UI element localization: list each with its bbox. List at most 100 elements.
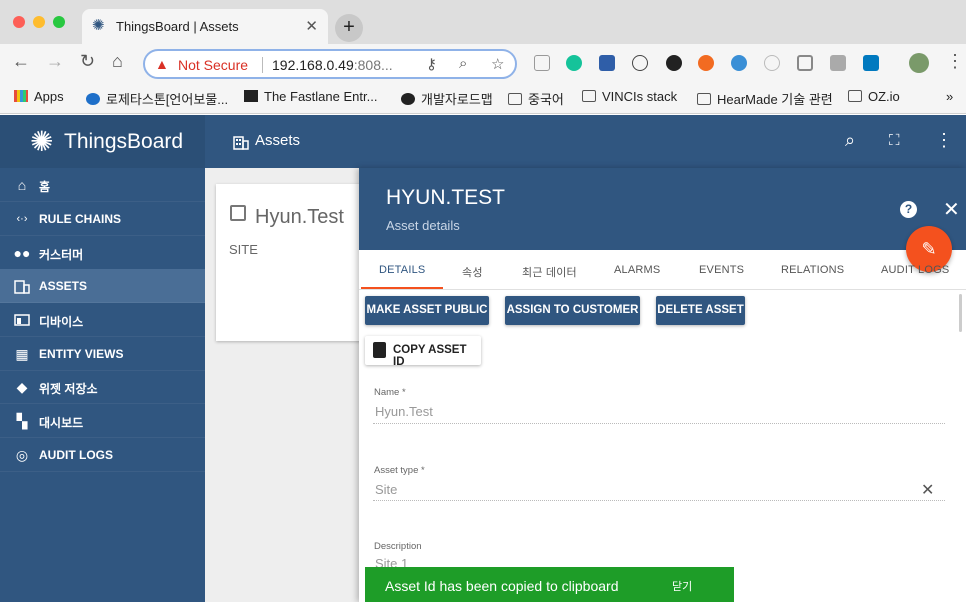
extension-screen-icon[interactable] [534, 55, 550, 71]
sidebar-item-widgets[interactable]: ◆ 위젯 저장소 [0, 370, 205, 404]
bookmark-apps[interactable]: Apps [14, 89, 64, 104]
close-window-button[interactable] [13, 16, 25, 28]
folder-icon [697, 93, 711, 105]
tag-ext-icon[interactable] [830, 55, 846, 71]
sidebar-item-customers[interactable]: ●● 커스터머 [0, 236, 205, 270]
tab-details[interactable]: DETAILS [379, 264, 425, 276]
zoom-icon[interactable]: ⌕ [459, 55, 467, 72]
asset-card[interactable]: Hyun.Test SITE [216, 184, 376, 341]
forward-icon[interactable]: → [46, 51, 64, 72]
search-icon[interactable]: ⌕ [845, 130, 855, 151]
asset-type-field[interactable]: Site [375, 482, 397, 497]
page-title: Assets [255, 132, 301, 149]
card-checkbox[interactable] [230, 205, 246, 221]
trello-ext-icon[interactable] [863, 55, 879, 71]
bookmark-rosetta[interactable]: 로제타스톤[언어보물... [86, 89, 228, 108]
reload-icon[interactable]: ↻ [80, 51, 95, 72]
tab-relations[interactable]: RELATIONS [781, 264, 844, 276]
toast-close-button[interactable]: 닫기 [672, 578, 692, 594]
bookmark-hearmade[interactable]: HearMade 기술 관련 [697, 89, 833, 108]
dark-ext-icon[interactable] [666, 55, 682, 71]
tab-attributes[interactable]: 속성 [462, 264, 483, 280]
browser-menu-icon[interactable]: ⋮ [946, 51, 964, 72]
browser-tab[interactable]: ✺ ThingsBoard | Assets ✕ [82, 9, 328, 44]
sidebar-item-audit-logs[interactable]: ◎ AUDIT LOGS [0, 438, 205, 472]
tab-close-icon[interactable]: ✕ [305, 17, 318, 35]
bookmark-ext-icon[interactable] [599, 55, 615, 71]
more-bookmarks-icon[interactable]: » [946, 89, 953, 104]
tab-alarms[interactable]: ALARMS [614, 264, 660, 276]
sidebar-item-dashboards[interactable]: ▚ 대시보드 [0, 404, 205, 438]
bookmark-ozio[interactable]: OZ.io [848, 89, 900, 104]
globe-ext-icon[interactable] [731, 55, 747, 71]
maximize-window-button[interactable] [53, 16, 65, 28]
more-vert-icon[interactable]: ⋮ [935, 130, 953, 151]
fastlane-icon [244, 90, 258, 102]
toast-message: Asset Id has been copied to clipboard [385, 578, 619, 594]
sidebar-item-label: 대시보드 [39, 416, 84, 430]
sidebar-item-devices[interactable]: 디바이스 [0, 303, 205, 337]
card-type: SITE [229, 242, 258, 257]
clear-icon[interactable]: ✕ [921, 480, 934, 500]
name-label: Name * [374, 387, 406, 398]
url-text: 192.168.0.49:808... [272, 57, 393, 73]
close-icon[interactable]: ✕ [943, 197, 960, 222]
logo-area[interactable]: ✺ ThingsBoard [0, 115, 205, 168]
asset-type-label: Asset type * [374, 465, 425, 476]
make-asset-public-button[interactable]: MAKE ASSET PUBLIC [365, 296, 489, 325]
clock-ext-icon[interactable] [764, 55, 780, 71]
bookmark-label: OZ.io [868, 89, 900, 104]
assign-to-customer-button[interactable]: ASSIGN TO CUSTOMER [505, 296, 640, 325]
tab-audit-logs[interactable]: AUDIT LOGS [881, 264, 949, 276]
bookmark-dev-roadmap[interactable]: 개발자로드맵 [401, 89, 493, 108]
tab-events[interactable]: EVENTS [699, 264, 744, 276]
sidebar-item-label: 디바이스 [39, 315, 84, 329]
sidebar-item-label: ENTITY VIEWS [39, 347, 124, 361]
sidebar-item-label: 위젯 저장소 [39, 382, 98, 396]
details-header: HYUN.TEST Asset details ? ✕ [359, 168, 966, 250]
copy-asset-id-button[interactable]: COPY ASSET ID [365, 336, 481, 368]
customers-icon: ●● [13, 245, 31, 261]
assets-icon [14, 280, 30, 294]
back-icon[interactable]: ← [12, 51, 30, 72]
active-tab-indicator [361, 287, 443, 289]
card-title: Hyun.Test [255, 206, 344, 228]
bookmark-chinese[interactable]: 중국어 [508, 89, 564, 108]
folder-icon [582, 90, 596, 102]
sidebar-item-rule-chains[interactable]: ‹·› RULE CHAINS [0, 202, 205, 236]
tab-latest-telemetry[interactable]: 최근 데이터 [522, 264, 577, 280]
url-port: :808... [353, 57, 393, 73]
address-bar[interactable]: ▲ Not Secure 192.168.0.49:808... ⚷ ⌕ ☆ [143, 49, 517, 79]
details-scrollbar[interactable] [959, 294, 962, 332]
grammarly-icon[interactable] [566, 55, 582, 71]
widgets-icon: ◆ [16, 379, 28, 395]
sidebar-item-assets[interactable]: ASSETS [0, 269, 205, 303]
bookmark-fastlane[interactable]: The Fastlane Entr... [244, 89, 377, 104]
delete-asset-button[interactable]: DELETE ASSET [656, 296, 745, 325]
bookmark-label: HearMade 기술 관련 [717, 92, 833, 107]
devices-icon [14, 314, 30, 326]
h-ext-icon[interactable] [632, 55, 648, 71]
square-ext-icon[interactable] [797, 55, 813, 71]
sidebar-item-entity-views[interactable]: ▦ ENTITY VIEWS [0, 337, 205, 371]
sidebar-item-label: 홈 [39, 180, 51, 194]
orange-ext-icon[interactable] [698, 55, 714, 71]
help-icon[interactable]: ? [900, 201, 917, 218]
sidebar-item-home[interactable]: ⌂ 홈 [0, 168, 205, 202]
profile-avatar[interactable] [909, 53, 929, 73]
not-secure-label: Not Secure [178, 57, 249, 73]
minimize-window-button[interactable] [33, 16, 45, 28]
key-icon[interactable]: ⚷ [426, 55, 437, 73]
home-icon[interactable]: ⌂ [112, 51, 123, 72]
description-label: Description [374, 541, 422, 552]
bookmark-star-icon[interactable]: ☆ [491, 55, 504, 73]
name-field[interactable]: Hyun.Test [375, 404, 433, 419]
url-host: 192.168.0.49 [272, 57, 354, 73]
sidebar-item-label: 커스터머 [39, 248, 84, 262]
bookmark-vincis[interactable]: VINCIs stack [582, 89, 677, 104]
warning-icon: ▲ [155, 56, 169, 72]
new-tab-button[interactable]: + [335, 14, 363, 42]
browser-tab-title: ThingsBoard | Assets [116, 19, 239, 34]
fullscreen-icon[interactable]: ⛶ [889, 132, 900, 149]
browser-toolbar: ← → ↻ ⌂ ▲ Not Secure 192.168.0.49:808...… [0, 44, 966, 82]
